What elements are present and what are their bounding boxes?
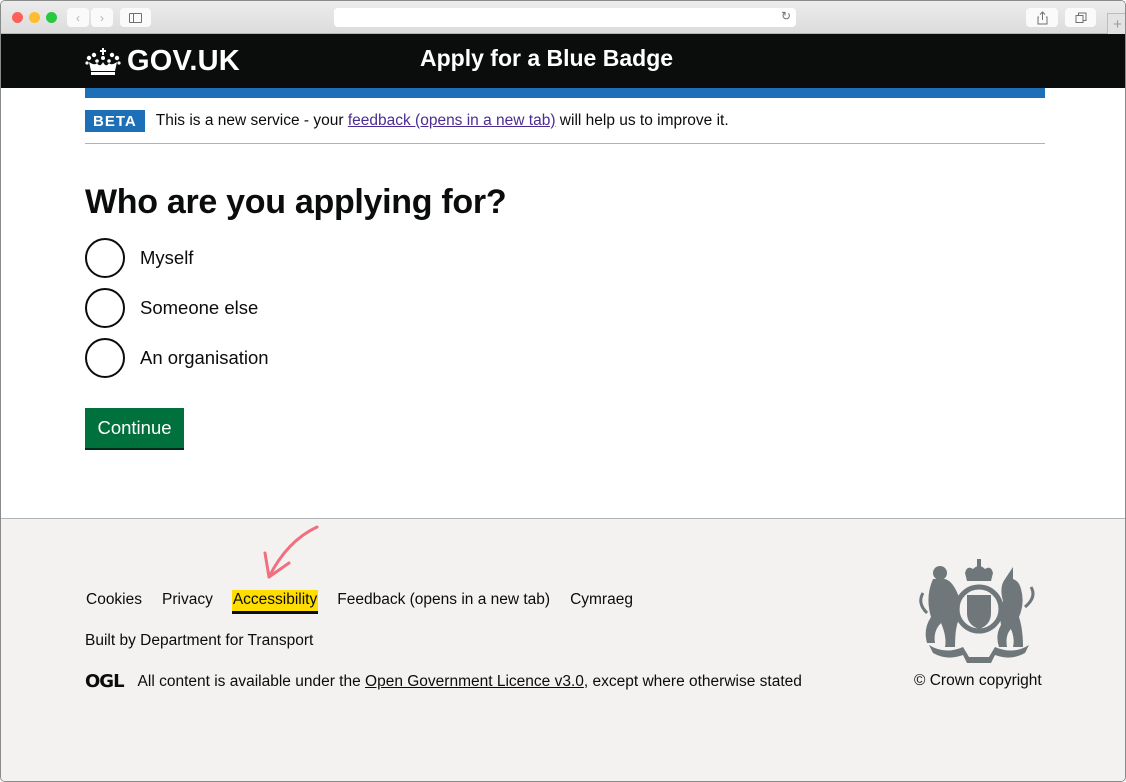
radio-option-myself[interactable]: Myself xyxy=(85,238,193,278)
ogl-logo-icon: OGL xyxy=(85,671,125,692)
licence-link[interactable]: Open Government Licence v3.0 xyxy=(365,673,584,690)
footer-link-cookies[interactable]: Cookies xyxy=(85,590,143,611)
radio-label: Myself xyxy=(140,247,194,268)
sidebar-icon xyxy=(129,12,142,23)
tabs-icon xyxy=(1075,12,1086,23)
share-button[interactable] xyxy=(1026,8,1058,27)
govuk-header: GOV.UK Apply for a Blue Badge xyxy=(1,34,1125,88)
logo-text: GOV.UK xyxy=(127,45,240,77)
radio-option-someone-else[interactable]: Someone else xyxy=(85,288,258,328)
service-name-link[interactable]: Apply for a Blue Badge xyxy=(420,45,673,72)
share-icon xyxy=(1037,10,1047,24)
footer-links: Cookies Privacy Accessibility Feedback (… xyxy=(85,590,652,611)
licence-text-after: , except where otherwise stated xyxy=(583,672,802,690)
radio-button[interactable] xyxy=(85,238,125,278)
continue-button[interactable]: Continue xyxy=(85,408,184,448)
chevron-left-icon: ‹ xyxy=(76,10,80,25)
maximize-window-button[interactable] xyxy=(46,12,57,23)
govuk-logo-link[interactable]: GOV.UK xyxy=(85,45,240,78)
radio-label: An organisation xyxy=(140,347,269,368)
new-tab-button[interactable]: + xyxy=(1107,13,1125,34)
footer-link-privacy[interactable]: Privacy xyxy=(161,590,214,611)
browser-window: ‹ › ↻ + GOV.UK Apply for a Blue Badge BE… xyxy=(0,0,1126,782)
forward-button[interactable]: › xyxy=(91,8,113,27)
minimize-window-button[interactable] xyxy=(29,12,40,23)
footer-link-accessibility[interactable]: Accessibility xyxy=(231,590,319,611)
footer-link-feedback[interactable]: Feedback (opens in a new tab) xyxy=(336,590,551,611)
licence-text: All content is available under the Open … xyxy=(138,673,802,691)
royal-coat-of-arms-icon xyxy=(919,559,1035,663)
radio-button[interactable] xyxy=(85,338,125,378)
header-blue-bar xyxy=(85,88,1045,98)
reload-icon[interactable]: ↻ xyxy=(781,9,791,23)
address-bar[interactable]: ↻ xyxy=(334,8,796,27)
plus-icon: + xyxy=(1113,15,1122,33)
radio-label: Someone else xyxy=(140,297,259,318)
crown-copyright[interactable]: © Crown copyright xyxy=(914,672,1042,690)
chevron-right-icon: › xyxy=(100,10,104,25)
phase-text-after: will help us to improve it. xyxy=(555,111,729,129)
browser-toolbar: ‹ › ↻ + xyxy=(1,1,1125,34)
show-tabs-button[interactable] xyxy=(1065,8,1096,27)
annotation-arrow-icon xyxy=(263,525,319,579)
licence-row: OGL All content is available under the O… xyxy=(85,671,802,692)
back-button[interactable]: ‹ xyxy=(67,8,89,27)
radio-option-organisation[interactable]: An organisation xyxy=(85,338,269,378)
crown-icon xyxy=(85,47,121,75)
page-title: Who are you applying for? xyxy=(85,183,507,221)
feedback-link[interactable]: feedback (opens in a new tab) xyxy=(348,112,556,129)
footer-link-cymraeg[interactable]: Cymraeg xyxy=(569,590,634,611)
licence-text-before: All content is available under the xyxy=(137,672,366,690)
beta-tag: BETA xyxy=(85,109,145,132)
close-window-button[interactable] xyxy=(12,12,23,23)
sidebar-toggle-button[interactable] xyxy=(120,8,151,27)
phase-banner: BETA This is a new service - your feedba… xyxy=(85,98,1045,144)
built-by-text: Built by Department for Transport xyxy=(85,632,314,649)
phase-banner-text: This is a new service - your feedback (o… xyxy=(156,112,729,130)
radio-button[interactable] xyxy=(85,288,125,328)
phase-text-before: This is a new service - your xyxy=(155,111,348,129)
